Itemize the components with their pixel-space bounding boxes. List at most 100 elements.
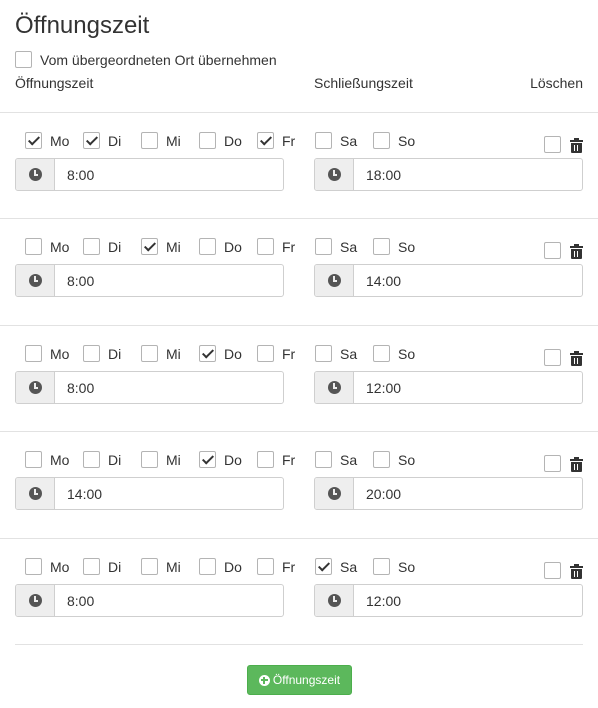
- weekday-option[interactable]: Di: [83, 558, 141, 575]
- weekday-checkbox[interactable]: [199, 451, 216, 468]
- weekday-checkbox[interactable]: [373, 132, 390, 149]
- weekday-option[interactable]: So: [373, 132, 431, 149]
- weekday-option[interactable]: Do: [199, 132, 257, 149]
- weekday-label: Mo: [50, 558, 70, 575]
- weekday-option[interactable]: Di: [83, 345, 141, 362]
- weekday-checkbox[interactable]: [83, 238, 100, 255]
- weekday-option[interactable]: Di: [83, 132, 141, 149]
- weekday-checkbox[interactable]: [25, 451, 42, 468]
- weekday-checkbox[interactable]: [199, 558, 216, 575]
- weekday-checkbox[interactable]: [257, 132, 274, 149]
- weekday-option[interactable]: Fr: [257, 345, 315, 362]
- delete-checkbox[interactable]: [544, 455, 561, 472]
- weekday-label: Di: [108, 132, 122, 149]
- weekday-checkbox[interactable]: [25, 558, 42, 575]
- weekday-option[interactable]: Mi: [141, 238, 199, 255]
- weekday-checkbox[interactable]: [315, 558, 332, 575]
- weekday-option[interactable]: Mi: [141, 558, 199, 575]
- weekday-option[interactable]: Do: [199, 451, 257, 468]
- opening-time-input[interactable]: [55, 478, 283, 509]
- weekday-checkbox[interactable]: [83, 558, 100, 575]
- weekday-option[interactable]: Do: [199, 345, 257, 362]
- weekday-option[interactable]: So: [373, 451, 431, 468]
- weekday-checkbox[interactable]: [315, 132, 332, 149]
- weekday-label: So: [398, 451, 416, 468]
- weekday-checkbox[interactable]: [141, 345, 158, 362]
- weekday-checkbox[interactable]: [141, 451, 158, 468]
- weekday-checkbox[interactable]: [315, 345, 332, 362]
- weekday-checkbox[interactable]: [25, 238, 42, 255]
- delete-checkbox[interactable]: [544, 242, 561, 259]
- opening-time-input[interactable]: [55, 159, 283, 190]
- weekday-option[interactable]: Mo: [25, 132, 83, 149]
- closing-time-input[interactable]: [354, 478, 582, 509]
- weekday-checkbox[interactable]: [257, 238, 274, 255]
- trash-icon[interactable]: [570, 457, 583, 472]
- weekday-option[interactable]: Do: [199, 558, 257, 575]
- trash-icon[interactable]: [570, 564, 583, 579]
- weekday-checkbox[interactable]: [373, 345, 390, 362]
- delete-checkbox[interactable]: [544, 349, 561, 366]
- delete-checkbox[interactable]: [544, 136, 561, 153]
- inherit-checkbox[interactable]: [15, 51, 32, 68]
- weekday-checkbox[interactable]: [25, 345, 42, 362]
- closing-time-input[interactable]: [354, 159, 582, 190]
- closing-time-input[interactable]: [354, 265, 582, 296]
- weekday-checkbox[interactable]: [25, 132, 42, 149]
- add-opening-time-button[interactable]: Öffnungszeit: [247, 665, 352, 695]
- weekday-option[interactable]: Sa: [315, 451, 373, 468]
- weekday-checkbox[interactable]: [373, 238, 390, 255]
- opening-time-group: [15, 158, 284, 191]
- weekday-checkbox[interactable]: [315, 238, 332, 255]
- weekday-checkbox[interactable]: [257, 558, 274, 575]
- weekday-option[interactable]: Mi: [141, 451, 199, 468]
- weekday-option[interactable]: Fr: [257, 558, 315, 575]
- weekday-option[interactable]: So: [373, 345, 431, 362]
- weekday-label: Sa: [340, 238, 358, 255]
- weekday-checkbox[interactable]: [315, 451, 332, 468]
- weekday-option[interactable]: Fr: [257, 451, 315, 468]
- opening-time-input[interactable]: [55, 265, 283, 296]
- weekday-option[interactable]: Do: [199, 238, 257, 255]
- weekday-option[interactable]: Di: [83, 451, 141, 468]
- weekday-option[interactable]: Mo: [25, 345, 83, 362]
- weekday-option[interactable]: So: [373, 558, 431, 575]
- trash-icon[interactable]: [570, 138, 583, 153]
- trash-icon[interactable]: [570, 244, 583, 259]
- opening-time-input[interactable]: [55, 372, 283, 403]
- delete-checkbox[interactable]: [544, 562, 561, 579]
- weekday-checkbox[interactable]: [141, 132, 158, 149]
- weekday-option[interactable]: Mo: [25, 238, 83, 255]
- weekday-selector: Mo Di Mi Do Fr Sa So: [25, 558, 431, 575]
- weekday-option[interactable]: Fr: [257, 238, 315, 255]
- weekday-checkbox[interactable]: [83, 451, 100, 468]
- weekday-option[interactable]: Mo: [25, 451, 83, 468]
- weekday-option[interactable]: Sa: [315, 558, 373, 575]
- closing-time-input[interactable]: [354, 585, 582, 616]
- weekday-option[interactable]: Fr: [257, 132, 315, 149]
- opening-time-input[interactable]: [55, 585, 283, 616]
- weekday-option[interactable]: Sa: [315, 238, 373, 255]
- weekday-label: Sa: [340, 451, 358, 468]
- weekday-checkbox[interactable]: [141, 558, 158, 575]
- weekday-checkbox[interactable]: [199, 132, 216, 149]
- weekday-checkbox[interactable]: [257, 345, 274, 362]
- trash-icon[interactable]: [570, 351, 583, 366]
- weekday-checkbox[interactable]: [141, 238, 158, 255]
- weekday-checkbox[interactable]: [199, 238, 216, 255]
- weekday-checkbox[interactable]: [373, 451, 390, 468]
- weekday-option[interactable]: So: [373, 238, 431, 255]
- weekday-checkbox[interactable]: [83, 132, 100, 149]
- closing-time-input[interactable]: [354, 372, 582, 403]
- weekday-checkbox[interactable]: [199, 345, 216, 362]
- weekday-checkbox[interactable]: [257, 451, 274, 468]
- weekday-option[interactable]: Mi: [141, 345, 199, 362]
- weekday-label: Di: [108, 558, 122, 575]
- weekday-checkbox[interactable]: [373, 558, 390, 575]
- weekday-option[interactable]: Di: [83, 238, 141, 255]
- weekday-checkbox[interactable]: [83, 345, 100, 362]
- weekday-option[interactable]: Sa: [315, 132, 373, 149]
- weekday-option[interactable]: Sa: [315, 345, 373, 362]
- weekday-option[interactable]: Mo: [25, 558, 83, 575]
- weekday-option[interactable]: Mi: [141, 132, 199, 149]
